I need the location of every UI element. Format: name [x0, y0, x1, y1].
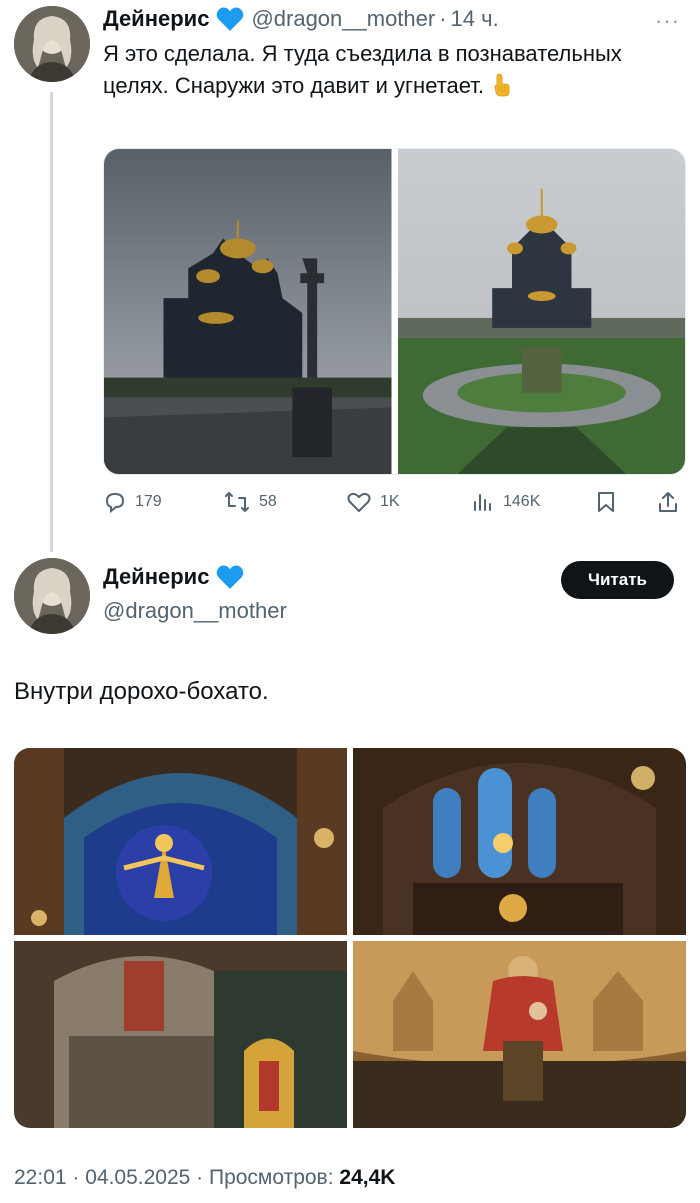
cathedral-front-image[interactable]: [397, 149, 685, 474]
follow-button[interactable]: Читать: [561, 561, 674, 599]
tweet-text: Я это сделала. Я туда съездила в познава…: [103, 38, 683, 102]
repost-button[interactable]: 58: [223, 490, 277, 514]
bar-chart-icon: [474, 494, 491, 511]
reply-icon: [105, 492, 125, 514]
like-count: 1K: [380, 493, 400, 510]
repost-count: 58: [259, 493, 277, 510]
tweet-time[interactable]: 14 ч.: [451, 6, 499, 32]
share-icon: [659, 492, 677, 512]
author-handle[interactable]: @dragon__mother: [251, 6, 435, 32]
author-name[interactable]: Дейнерис: [103, 564, 209, 590]
tweet2-media[interactable]: [14, 748, 686, 1128]
interior-dome-image[interactable]: [14, 748, 347, 935]
thread-line: [50, 92, 53, 552]
timestamp[interactable]: 22:01 · 04.05.2025 · Просмотров:: [14, 1166, 339, 1189]
separator-dot: ·: [439, 6, 447, 31]
bookmark-icon: [598, 492, 614, 512]
heart-icon: [347, 492, 371, 512]
view-count: 146K: [503, 493, 541, 510]
pointing-down-emoji-icon: [490, 73, 514, 97]
interior-stained-glass-image[interactable]: [353, 748, 686, 935]
avatar[interactable]: [14, 558, 90, 634]
cathedral-side-image[interactable]: [104, 149, 392, 474]
view-count: 24,4K: [339, 1166, 396, 1189]
interior-mosaic-soldiers-image[interactable]: [14, 941, 347, 1128]
share-button[interactable]: [656, 490, 688, 514]
author-name[interactable]: Дейнерис: [103, 6, 209, 32]
bookmark-button[interactable]: [595, 490, 625, 514]
reply-count: 179: [135, 493, 162, 510]
author-handle[interactable]: @dragon__mother: [103, 598, 287, 624]
verified-heart-icon: [215, 6, 245, 32]
interior-mosaic-madonna-image[interactable]: [353, 941, 686, 1128]
repost-icon: [225, 492, 249, 512]
tweet2-name-row: Дейнерис: [103, 564, 251, 590]
more-options-icon[interactable]: ···: [655, 8, 680, 34]
tweet1-actions: 179 58 1K 146K: [103, 490, 688, 520]
tweet-text: Внутри дорохо-бохато.: [14, 678, 269, 705]
views-button[interactable]: 146K: [471, 490, 540, 514]
tweet1-media[interactable]: [103, 148, 686, 475]
tweet-text-body: Я это сделала. Я туда съездила в познава…: [103, 41, 622, 98]
avatar[interactable]: [14, 6, 90, 82]
like-button[interactable]: 1K: [346, 490, 400, 514]
tweet1-header: Дейнерис @dragon__mother · 14 ч.: [103, 4, 499, 34]
reply-button[interactable]: 179: [103, 490, 162, 514]
tweet-metadata: 22:01 · 04.05.2025 · Просмотров: 24,4K: [14, 1166, 395, 1190]
verified-heart-icon: [215, 564, 245, 590]
